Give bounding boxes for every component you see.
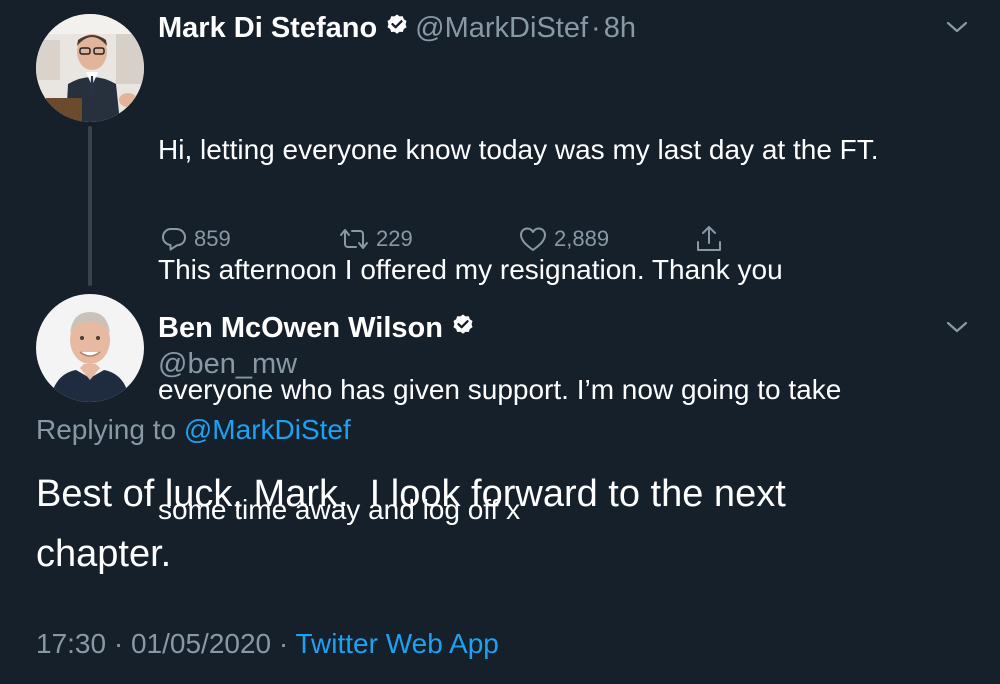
retweet-count: 229 xyxy=(376,226,413,251)
tweet1-text-line: Hi, letting everyone know today was my l… xyxy=(158,134,879,165)
tweet2-display-name[interactable]: Ben McOwen Wilson xyxy=(158,312,443,345)
reply-icon xyxy=(160,225,188,253)
heart-icon xyxy=(518,225,548,253)
tweet1-display-name[interactable]: Mark Di Stefano xyxy=(158,12,377,45)
meta-separator: · xyxy=(278,628,289,659)
share-button[interactable] xyxy=(694,224,724,254)
thread-line xyxy=(88,126,92,286)
like-button[interactable]: 2,889 xyxy=(518,225,609,253)
tweet1-text-line: This afternoon I offered my resignation.… xyxy=(158,254,783,285)
verified-badge-icon xyxy=(451,312,475,345)
chevron-down-icon[interactable] xyxy=(944,14,970,40)
reply-button[interactable]: 859 xyxy=(160,225,231,253)
tweet1-separator: · xyxy=(591,11,601,44)
retweet-icon xyxy=(338,225,370,253)
tweet1-time[interactable]: 8h xyxy=(604,12,636,45)
share-icon xyxy=(694,224,724,254)
tweet2-header: Ben McOwen Wilson xyxy=(158,308,481,348)
tweet2-text: Best of luck, Mark. I look forward to th… xyxy=(36,464,936,584)
tweet1-header: Mark Di Stefano @MarkDiStef · 8h xyxy=(158,8,636,48)
like-count: 2,889 xyxy=(554,226,610,251)
mark-avatar[interactable] xyxy=(36,14,144,122)
tweet2-time[interactable]: 17:30 xyxy=(36,628,106,659)
tweet1-handle[interactable]: @MarkDiStef xyxy=(415,12,588,45)
mark-avatar-image xyxy=(36,14,144,122)
source-app-link[interactable]: Twitter Web App xyxy=(296,628,499,659)
tweet2-meta: 17:30 · 01/05/2020 · Twitter Web App xyxy=(36,628,499,660)
meta-separator: · xyxy=(113,628,124,659)
verified-badge-icon xyxy=(385,12,409,45)
replying-prefix: Replying to xyxy=(36,414,177,445)
retweet-button[interactable]: 229 xyxy=(338,225,413,253)
tweet2-date[interactable]: 01/05/2020 xyxy=(131,628,271,659)
reply-count: 859 xyxy=(194,226,231,251)
tweet2-handle[interactable]: @ben_mw xyxy=(158,348,297,381)
tweet2-text-line: chapter. xyxy=(36,533,172,575)
ben-avatar-image xyxy=(36,294,144,402)
replying-mention-link[interactable]: @MarkDiStef xyxy=(184,414,351,445)
replying-to: Replying to @MarkDiStef xyxy=(36,414,351,446)
tweet2-text-line: Best of luck, Mark. I look forward to th… xyxy=(36,473,786,515)
ben-avatar[interactable] xyxy=(36,294,144,402)
chevron-down-icon[interactable] xyxy=(944,314,970,340)
